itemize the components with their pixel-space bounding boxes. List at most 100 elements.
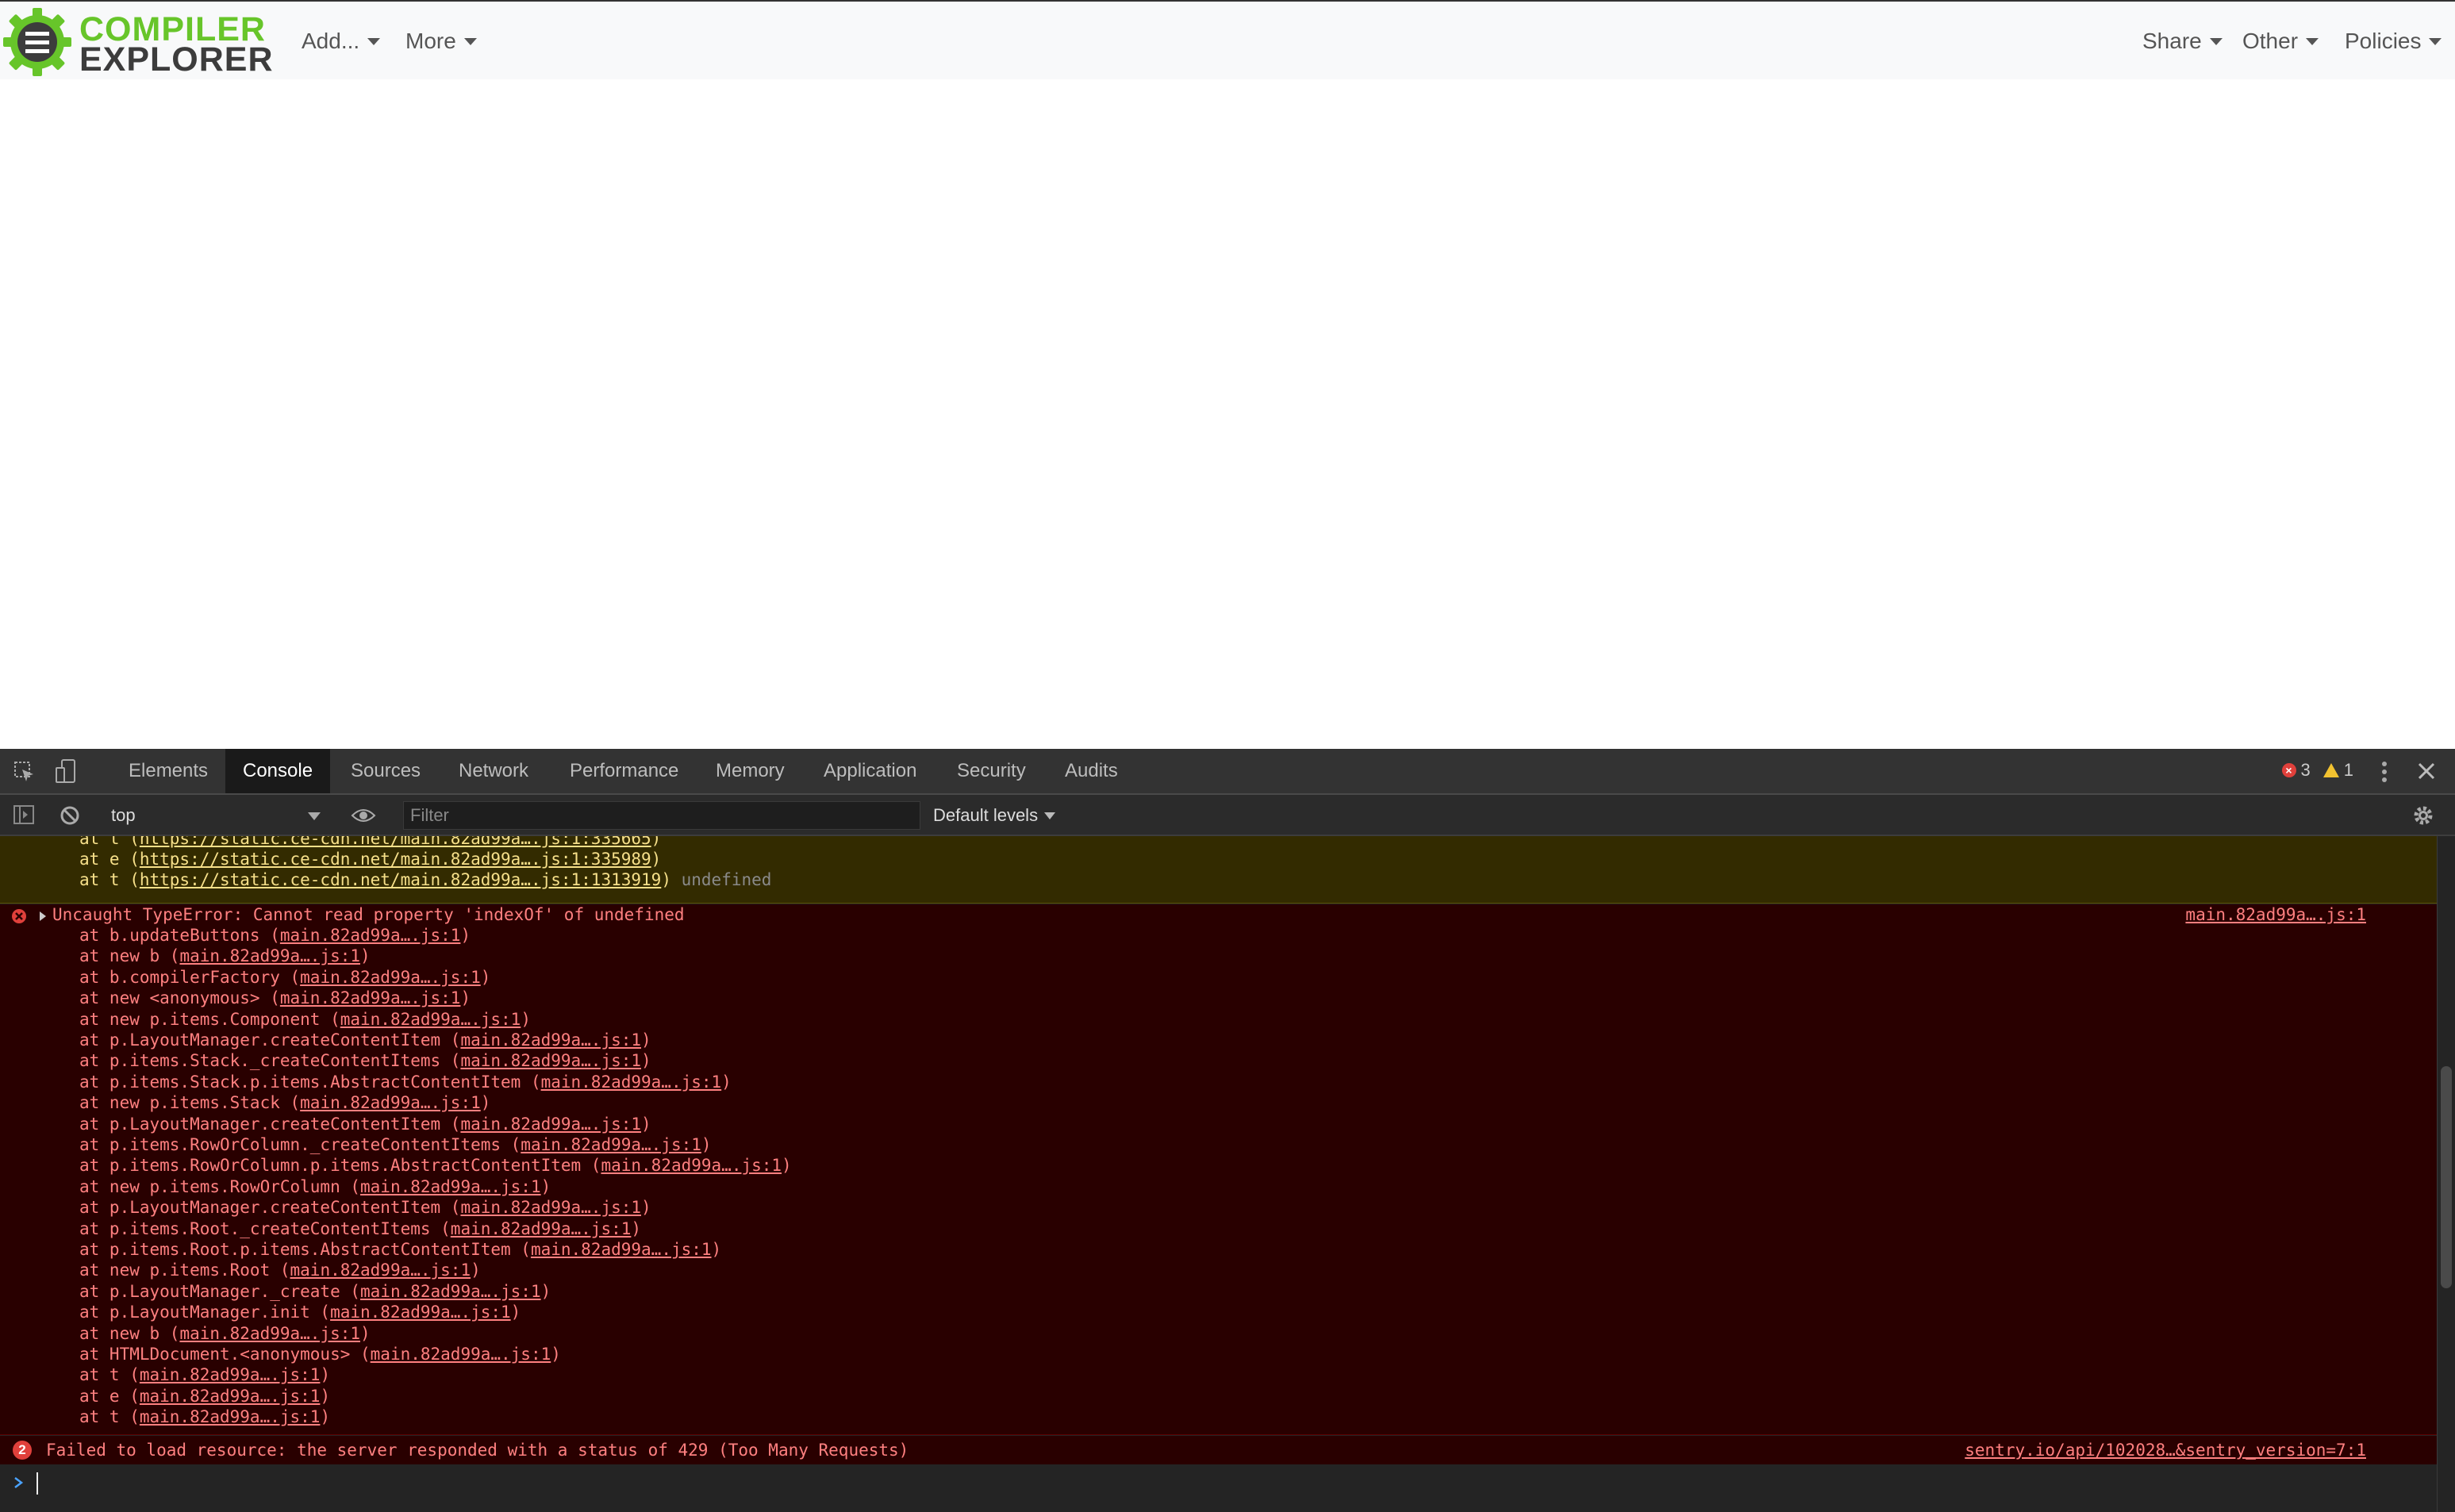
stack-frame-link[interactable]: main.82ad99a….js:1 [140, 1387, 321, 1406]
stack-frame-link[interactable]: main.82ad99a….js:1 [140, 1407, 321, 1426]
stack-frame-link[interactable]: main.82ad99a….js:1 [300, 1093, 481, 1112]
error-stack-line: at p.LayoutManager._create (main.82ad99a… [79, 1281, 551, 1301]
stack-frame-link[interactable]: main.82ad99a….js:1 [460, 1115, 641, 1134]
share-menu[interactable]: Share [2142, 29, 2223, 54]
stack-frame-text: at p.items.Stack.p.items.AbstractContent… [79, 1072, 541, 1092]
warning-stack-line: at t (https://static.ce-cdn.net/main.82a… [79, 836, 661, 849]
stack-frame-link[interactable]: main.82ad99a….js:1 [140, 1365, 321, 1384]
resource-error-message: 2 Failed to load resource: the server re… [0, 1436, 2438, 1465]
stack-frame-link[interactable]: main.82ad99a….js:1 [371, 1345, 551, 1364]
stack-frame-link[interactable]: main.82ad99a….js:1 [451, 1219, 632, 1238]
stack-frame-text: at e ( [79, 850, 140, 869]
stack-frame-text: at new <anonymous> ( [79, 988, 280, 1008]
clear-console-icon[interactable] [59, 804, 81, 827]
error-source-link[interactable]: main.82ad99a….js:1 [2185, 904, 2366, 925]
stack-frame-link[interactable]: main.82ad99a….js:1 [460, 1198, 641, 1217]
share-menu-label: Share [2142, 29, 2202, 53]
stack-frame-text: at new p.items.RowOrColumn ( [79, 1176, 361, 1196]
error-stack-line: at b.compilerFactory (main.82ad99a….js:1… [79, 967, 491, 987]
stack-frame-link[interactable]: main.82ad99a….js:1 [330, 1303, 511, 1322]
inspect-element-icon[interactable] [13, 760, 36, 784]
live-expression-eye-icon[interactable] [351, 806, 376, 825]
expand-triangle-icon[interactable] [38, 911, 48, 922]
error-stack-line: at new b (main.82ad99a….js:1) [79, 946, 371, 966]
error-count-icon: × [2281, 763, 2296, 777]
tab-console[interactable]: Console [225, 749, 331, 793]
logo-text-explorer: EXPLORER [79, 40, 274, 79]
tab-security[interactable]: Security [939, 749, 1043, 793]
stack-frame-text: at t ( [79, 1407, 140, 1427]
more-options-icon[interactable] [2380, 760, 2388, 784]
caret-down-icon [2209, 37, 2223, 45]
gear-logo-icon [3, 8, 71, 76]
error-stack-line: at new p.items.Component (main.82ad99a….… [79, 1009, 531, 1029]
stack-frame-link[interactable]: main.82ad99a….js:1 [541, 1073, 722, 1092]
stack-frame-text: at new b ( [79, 946, 180, 966]
error-count: 3 [2300, 760, 2311, 780]
tab-performance[interactable]: Performance [552, 749, 696, 793]
stack-frame-link[interactable]: main.82ad99a….js:1 [280, 988, 461, 1007]
stack-frame-link[interactable]: https://static.ce-cdn.net/main.82ad99a….… [140, 836, 651, 848]
error-stack-line: at p.items.RowOrColumn.p.items.AbstractC… [79, 1156, 792, 1176]
console-scrollbar[interactable] [2437, 836, 2455, 1512]
policies-menu-label: Policies [2345, 29, 2422, 53]
more-menu-label: More [405, 29, 456, 53]
stack-frame-link[interactable]: main.82ad99a….js:1 [300, 968, 481, 987]
stack-frame-link[interactable]: main.82ad99a….js:1 [179, 946, 360, 965]
stack-frame-link[interactable]: main.82ad99a….js:1 [340, 1010, 521, 1029]
stack-frame-link[interactable]: main.82ad99a….js:1 [290, 1261, 471, 1280]
resource-error-source-link[interactable]: sentry.io/api/102028…&sentry_version=7:1 [1965, 1440, 2366, 1460]
show-sidebar-icon[interactable] [13, 804, 35, 825]
stack-frame-link[interactable]: main.82ad99a….js:1 [179, 1324, 360, 1343]
warning-count-icon [2322, 763, 2339, 777]
other-menu[interactable]: Other [2242, 29, 2319, 54]
error-stack-line: at p.LayoutManager.createContentItem (ma… [79, 1114, 651, 1134]
warning-message: at t (https://static.ce-cdn.net/main.82a… [0, 836, 2438, 904]
console-settings-gear-icon[interactable] [2412, 804, 2434, 827]
tab-application[interactable]: Application [806, 749, 934, 793]
page-content-area [0, 79, 2455, 749]
issue-counts[interactable]: × 3 1 [2281, 760, 2353, 781]
add-menu[interactable]: Add... [302, 29, 381, 54]
stack-frame-link[interactable]: main.82ad99a….js:1 [531, 1240, 712, 1259]
console-filter-input[interactable]: Filter [403, 801, 920, 830]
stack-frame-text: at HTMLDocument.<anonymous> ( [79, 1345, 371, 1364]
tab-elements[interactable]: Elements [111, 749, 225, 793]
stack-frame-suffix: ) [661, 870, 671, 889]
stack-frame-link[interactable]: main.82ad99a….js:1 [460, 1051, 641, 1070]
more-menu[interactable]: More [405, 29, 477, 54]
stack-frame-link[interactable]: https://static.ce-cdn.net/main.82ad99a….… [140, 870, 661, 889]
close-devtools-icon[interactable] [2417, 762, 2436, 781]
console-prompt[interactable] [0, 1464, 2438, 1512]
caret-down-icon [463, 37, 477, 45]
error-stack-line: at b.updateButtons (main.82ad99a….js:1) [79, 926, 471, 945]
tab-sources[interactable]: Sources [333, 749, 438, 793]
error-stack-line: at new <anonymous> (main.82ad99a….js:1) [79, 988, 471, 1008]
error-icon [12, 909, 26, 923]
error-stack-line: at p.items.Stack.p.items.AbstractContent… [79, 1072, 732, 1092]
stack-frame-link[interactable]: main.82ad99a….js:1 [280, 926, 461, 945]
compiler-explorer-logo[interactable]: COMPILER EXPLORER [2, 6, 273, 79]
tab-memory[interactable]: Memory [698, 749, 802, 793]
stack-frame-suffix: ) [651, 850, 662, 869]
error-message: Uncaught TypeError: Cannot read property… [0, 904, 2438, 1435]
scrollbar-thumb[interactable] [2441, 1066, 2452, 1288]
context-selector-value: top [111, 805, 136, 825]
context-selector[interactable]: top [111, 803, 324, 828]
tab-audits[interactable]: Audits [1047, 749, 1135, 793]
stack-frame-link[interactable]: main.82ad99a….js:1 [360, 1282, 541, 1301]
policies-menu[interactable]: Policies [2345, 29, 2442, 54]
devtools-tab-bar: Elements Console Sources Network Perform… [0, 749, 2455, 795]
stack-frame-link[interactable]: https://static.ce-cdn.net/main.82ad99a….… [140, 850, 651, 869]
log-levels-dropdown[interactable]: Default levels [933, 803, 1056, 828]
stack-frame-link[interactable]: main.82ad99a….js:1 [460, 1030, 641, 1050]
stack-frame-link[interactable]: main.82ad99a….js:1 [521, 1135, 701, 1154]
stack-frame-link[interactable]: main.82ad99a….js:1 [601, 1156, 782, 1175]
stack-frame-link[interactable]: main.82ad99a….js:1 [360, 1177, 541, 1196]
tab-network[interactable]: Network [441, 749, 546, 793]
prompt-chevron-icon [14, 1477, 24, 1488]
error-stack-line: at t (main.82ad99a….js:1) [79, 1365, 331, 1385]
error-stack-line: at p.items.Stack._createContentItems (ma… [79, 1051, 651, 1071]
device-toolbar-icon[interactable] [54, 758, 78, 785]
stack-frame-text: at b.compilerFactory ( [79, 967, 301, 987]
